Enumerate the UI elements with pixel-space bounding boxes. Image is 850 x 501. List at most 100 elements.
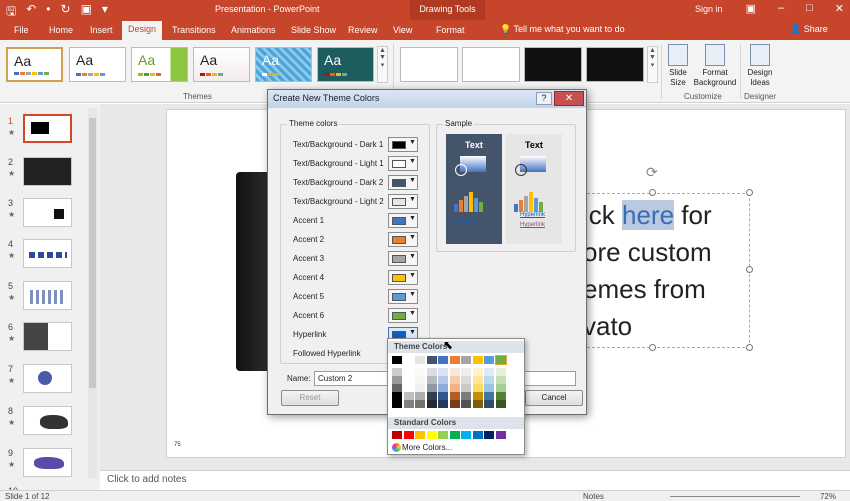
slide-thumbnail-8[interactable]	[23, 406, 72, 435]
variant-3[interactable]	[524, 47, 582, 82]
variant-2[interactable]	[462, 47, 520, 82]
scrollbar-thumb[interactable]	[89, 118, 96, 388]
color-swatch[interactable]	[438, 376, 448, 384]
color-swatch[interactable]	[426, 376, 437, 384]
standard-color-swatch[interactable]	[438, 431, 448, 439]
color-swatch[interactable]	[449, 356, 460, 364]
color-swatch[interactable]	[415, 368, 425, 376]
slide-thumbnail-3[interactable]	[23, 198, 72, 227]
color-swatch[interactable]	[426, 400, 437, 408]
color-swatch[interactable]	[415, 376, 425, 384]
color-swatch[interactable]	[415, 392, 425, 400]
color-swatch[interactable]	[472, 356, 483, 364]
slide-thumbnail-1[interactable]	[23, 114, 72, 143]
color-swatch[interactable]	[438, 384, 448, 392]
more-colors-link[interactable]: More Colors...	[402, 443, 452, 452]
standard-color-swatch[interactable]	[484, 431, 494, 439]
color-swatch[interactable]	[484, 376, 494, 384]
color-picker-accent4[interactable]: ▼	[388, 270, 418, 285]
color-swatch[interactable]	[461, 400, 471, 408]
color-swatch[interactable]	[403, 356, 414, 364]
tab-view[interactable]: View	[387, 23, 418, 40]
color-picker-accent6[interactable]: ▼	[388, 308, 418, 323]
tab-slide-show[interactable]: Slide Show	[285, 23, 342, 40]
variant-4[interactable]	[586, 47, 644, 82]
tab-insert[interactable]: Insert	[84, 23, 119, 40]
color-swatch[interactable]	[392, 392, 402, 400]
color-swatch[interactable]	[426, 392, 437, 400]
sign-in-link[interactable]: Sign in	[695, 4, 723, 14]
color-swatch[interactable]	[449, 376, 460, 384]
color-swatch[interactable]	[495, 392, 506, 400]
tab-home[interactable]: Home	[43, 23, 79, 40]
color-swatch[interactable]	[392, 356, 402, 364]
minimize-icon[interactable]: –	[778, 2, 784, 15]
tell-me-search[interactable]: 💡 Tell me what you want to do	[500, 24, 625, 35]
variant-1[interactable]	[400, 47, 458, 82]
resize-handle[interactable]	[746, 189, 753, 196]
color-picker-accent5[interactable]: ▼	[388, 289, 418, 304]
color-swatch[interactable]	[484, 356, 494, 364]
theme-ion-boardroom[interactable]: Aa	[255, 47, 312, 82]
slide-thumbnail-6[interactable]	[23, 322, 72, 351]
color-swatch[interactable]	[438, 392, 448, 400]
slide-thumbnail-7[interactable]	[23, 364, 72, 393]
tab-transitions[interactable]: Transitions	[166, 23, 222, 40]
color-picker-accent1[interactable]: ▼	[388, 213, 418, 228]
tab-design[interactable]: Design	[122, 21, 163, 40]
color-swatch[interactable]	[403, 392, 414, 400]
color-swatch[interactable]	[392, 376, 402, 384]
color-swatch[interactable]	[449, 384, 460, 392]
standard-color-swatch[interactable]	[449, 431, 460, 439]
resize-handle[interactable]	[746, 266, 753, 273]
color-swatch[interactable]	[484, 392, 494, 400]
design-ideas-button[interactable]: Design Ideas	[744, 44, 776, 88]
share-button[interactable]: 👤 Share	[790, 24, 828, 35]
resize-handle[interactable]	[649, 344, 656, 351]
color-swatch[interactable]	[438, 400, 448, 408]
color-swatch[interactable]	[494, 355, 507, 365]
color-swatch[interactable]	[472, 392, 483, 400]
theme-office-2[interactable]: Aa	[69, 47, 126, 82]
zoom-slider[interactable]	[670, 496, 800, 497]
standard-color-swatch[interactable]	[403, 431, 414, 439]
color-swatch[interactable]	[472, 376, 483, 384]
color-picker-dark1[interactable]: ▼	[388, 137, 418, 152]
notes-toggle-button[interactable]: Notes	[583, 492, 604, 501]
standard-color-swatch[interactable]	[426, 431, 437, 439]
close-icon[interactable]: ✕	[835, 2, 844, 15]
standard-color-swatch[interactable]	[472, 431, 483, 439]
color-picker-dark2[interactable]: ▼	[388, 175, 418, 190]
color-swatch[interactable]	[484, 400, 494, 408]
format-background-button[interactable]: Format Background	[693, 44, 737, 88]
color-swatch[interactable]	[426, 384, 437, 392]
color-swatch[interactable]	[484, 368, 494, 376]
color-swatch[interactable]	[403, 384, 414, 392]
maximize-icon[interactable]: □	[806, 2, 813, 15]
close-button[interactable]: ✕	[554, 91, 584, 106]
color-swatch[interactable]	[415, 400, 425, 408]
color-swatch[interactable]	[495, 400, 506, 408]
tab-review[interactable]: Review	[342, 23, 384, 40]
color-picker-light1[interactable]: ▼	[388, 156, 418, 171]
resize-handle[interactable]	[746, 344, 753, 351]
color-swatch[interactable]	[461, 384, 471, 392]
color-swatch[interactable]	[438, 368, 448, 376]
color-swatch[interactable]	[415, 384, 425, 392]
color-picker-light2[interactable]: ▼	[388, 194, 418, 209]
color-swatch[interactable]	[495, 376, 506, 384]
color-swatch[interactable]	[461, 356, 471, 364]
color-swatch[interactable]	[461, 368, 471, 376]
color-swatch[interactable]	[495, 384, 506, 392]
color-swatch[interactable]	[392, 400, 402, 408]
color-swatch[interactable]	[449, 400, 460, 408]
theme-integral[interactable]: Aa	[193, 47, 250, 82]
reset-button[interactable]: Reset	[281, 390, 339, 406]
color-swatch[interactable]	[403, 368, 414, 376]
color-swatch[interactable]	[495, 368, 506, 376]
color-picker-accent2[interactable]: ▼	[388, 232, 418, 247]
tab-file[interactable]: File	[8, 23, 35, 40]
color-swatch[interactable]	[392, 368, 402, 376]
color-swatch[interactable]	[472, 384, 483, 392]
zoom-level[interactable]: 72%	[820, 492, 836, 501]
